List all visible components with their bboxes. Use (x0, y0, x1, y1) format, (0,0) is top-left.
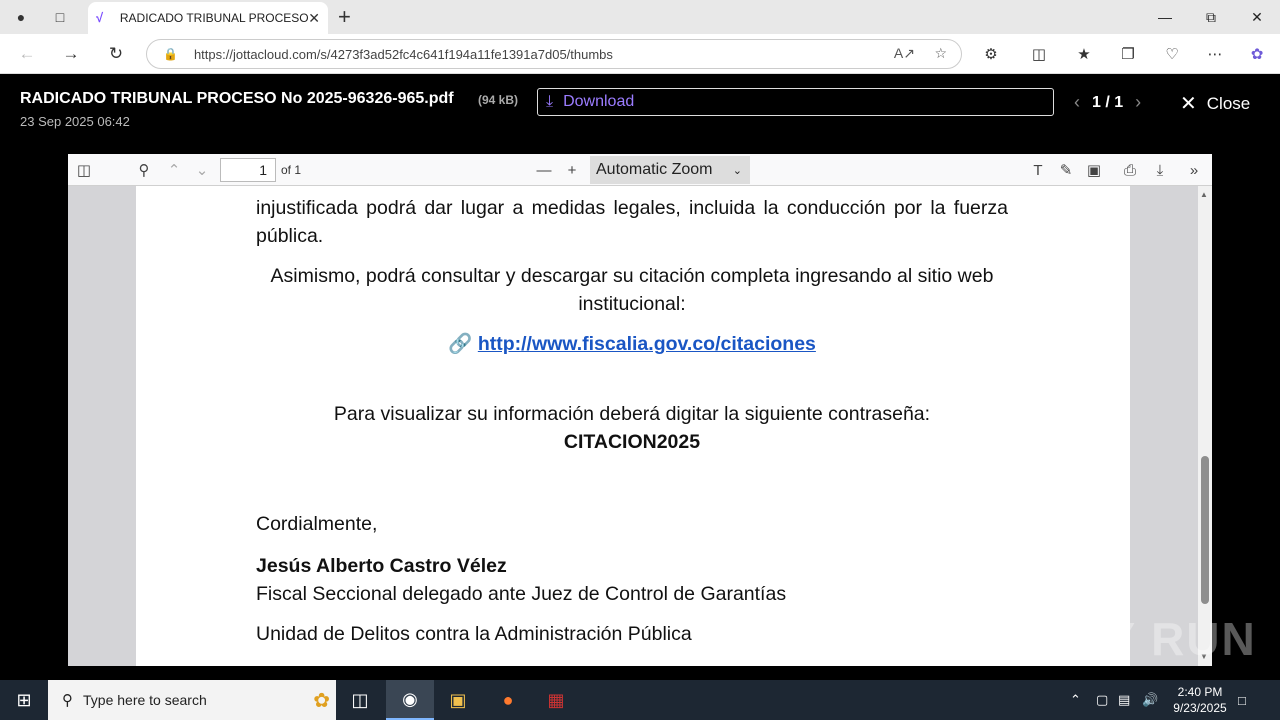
text-tool-icon[interactable]: T (1026, 158, 1050, 182)
forward-button[interactable]: → (58, 42, 84, 66)
password-prompt: Para visualizar su información deberá di… (333, 403, 931, 425)
split-screen-icon[interactable]: ◫ (1026, 42, 1052, 66)
download-label: Download (563, 93, 635, 110)
scroll-up-icon[interactable]: ▲ (1200, 190, 1208, 199)
read-aloud-icon[interactable]: A↗ (894, 45, 915, 62)
save-icon[interactable]: ⤓ (1148, 158, 1172, 182)
lock-icon[interactable]: 🔒 (163, 47, 178, 61)
next-page-icon[interactable]: ⌄ (190, 158, 214, 182)
task-view-icon[interactable]: ◫ (336, 680, 384, 720)
file-name: RADICADO TRIBUNAL PROCESO No 2025-96326-… (20, 90, 454, 107)
signer-name: Jesús Alberto Castro Vélez (256, 555, 507, 577)
pdf-toolbar: ◫ ⚲ ⌃ ⌄ 1 of 1 — + Automatic Zoom ⌄ T ✎ … (68, 154, 1212, 186)
reload-button[interactable]: ↻ (103, 42, 129, 66)
page-counter: 1 / 1 (1092, 93, 1124, 111)
close-label: Close (1206, 93, 1251, 113)
closing-text: Cordialmente, (256, 513, 378, 535)
network-icon[interactable]: ▤ (1118, 680, 1130, 720)
copilot-icon[interactable]: ✿ (1244, 42, 1270, 66)
start-button[interactable]: ⊞ (0, 680, 48, 720)
previous-page-icon[interactable]: ⌃ (162, 158, 186, 182)
zoom-out-icon[interactable]: — (532, 158, 556, 182)
pdf-scrollbar[interactable]: ▲ ▼ (1198, 186, 1212, 666)
browser-essentials-icon[interactable]: ♡ (1159, 42, 1185, 66)
address-bar-row: ← → ↻ 🔒 https://jottacloud.com/s/4273f3a… (0, 34, 1280, 74)
download-button[interactable]: ⤓ Download (537, 88, 1054, 116)
winrar-icon[interactable]: ▦ (532, 680, 580, 720)
find-icon[interactable]: ⚲ (132, 158, 156, 182)
jottacloud-icon: √ (96, 10, 104, 25)
file-explorer-icon[interactable]: ▣ (434, 680, 482, 720)
search-icon: ⚲ (62, 692, 73, 709)
zoom-value: Automatic Zoom (596, 161, 713, 178)
new-tab-button[interactable]: + (338, 4, 351, 30)
signer-unit: Unidad de Delitos contra la Administraci… (256, 623, 692, 645)
sidebar-toggle-icon[interactable]: ◫ (72, 158, 96, 182)
maximize-button[interactable]: ⧉ (1188, 0, 1234, 34)
tab-actions-icon[interactable]: □ (47, 4, 73, 30)
search-highlight-icon: ✿ (313, 689, 330, 712)
back-button[interactable]: ← (14, 42, 40, 66)
volume-icon[interactable]: 🔊 (1142, 680, 1158, 720)
zoom-select[interactable]: Automatic Zoom ⌄ (590, 156, 750, 184)
clock[interactable]: 2:40 PM 9/23/2025 (1160, 684, 1240, 716)
pdf-page: injustificada podrá dar lugar a medidas … (136, 186, 1130, 666)
close-window-button[interactable]: ✕ (1234, 0, 1280, 34)
zoom-in-icon[interactable]: + (560, 158, 584, 182)
print-icon[interactable]: ⎙ (1118, 158, 1142, 182)
minimize-button[interactable]: — (1142, 0, 1188, 34)
extensions-icon[interactable]: ⚙ (978, 42, 1004, 66)
pager: ‹ 1 / 1 › (1074, 92, 1141, 113)
tab-close-icon[interactable]: ✕ (308, 10, 320, 27)
edge-icon[interactable]: ◉ (386, 680, 434, 720)
taskbar-search[interactable]: ⚲ Type here to search ✿ (48, 680, 336, 720)
password-value: CITACION2025 (563, 431, 701, 453)
citation-link[interactable]: http://www.fiscalia.gov.co/citaciones (478, 333, 816, 355)
tab-strip: ● □ √ RADICADO TRIBUNAL PROCESO N ✕ + — … (0, 0, 1280, 34)
tray-chevron-icon[interactable]: ⌃ (1070, 680, 1081, 720)
paragraph-consequence: injustificada podrá dar lugar a medidas … (256, 197, 1008, 247)
clock-date: 9/23/2025 (1173, 701, 1227, 715)
page-number-input[interactable]: 1 (220, 158, 276, 182)
download-icon: ⤓ (546, 93, 554, 110)
clock-time: 2:40 PM (1177, 685, 1223, 699)
paragraph-consult: Asimismo, podrá consultar y descargar su… (270, 265, 994, 315)
more-tools-icon[interactable]: » (1182, 158, 1206, 182)
link-line: 🔗 http://www.fiscalia.gov.co/citaciones (256, 330, 1008, 358)
search-placeholder: Type here to search (83, 692, 207, 708)
url-field[interactable]: 🔒 https://jottacloud.com/s/4273f3ad52fc4… (146, 39, 962, 69)
firefox-icon[interactable]: ● (484, 680, 532, 720)
chevron-down-icon: ⌄ (732, 164, 742, 177)
tab-title: RADICADO TRIBUNAL PROCESO N (119, 11, 309, 25)
active-tab[interactable]: √ RADICADO TRIBUNAL PROCESO N ✕ (88, 2, 328, 34)
signer-title: Fiscal Seccional delegado ante Juez de C… (256, 583, 787, 605)
collections-icon[interactable]: ❐ (1115, 42, 1141, 66)
profile-icon[interactable]: ● (8, 4, 34, 30)
next-file-icon[interactable]: › (1135, 92, 1141, 113)
file-date: 23 Sep 2025 06:42 (20, 114, 130, 129)
draw-tool-icon[interactable]: ✎ (1054, 158, 1078, 182)
file-size: (94 kB) (478, 93, 519, 107)
tray-security-icon[interactable]: ▢ (1096, 680, 1108, 720)
file-viewer: RADICADO TRIBUNAL PROCESO No 2025-96326-… (4, 74, 1276, 676)
favorites-icon[interactable]: ★ (1071, 42, 1097, 66)
close-viewer-button[interactable]: ✕ Close (1180, 91, 1250, 116)
link-icon: 🔗 (448, 333, 473, 355)
url-text: https://jottacloud.com/s/4273f3ad52fc4c6… (193, 46, 613, 62)
prev-file-icon[interactable]: ‹ (1074, 92, 1080, 113)
page-count: of 1 (281, 163, 302, 177)
more-menu-icon[interactable]: ⋯ (1202, 42, 1228, 66)
favorite-star-icon[interactable]: ☆ (934, 45, 947, 62)
image-tool-icon[interactable]: ▣ (1082, 158, 1106, 182)
watermark: ANY RUN (1034, 613, 1257, 665)
scrollbar-thumb[interactable] (1201, 456, 1209, 604)
taskbar: ⊞ ⚲ Type here to search ✿ ◫ ◉ ▣ ● ▦ ⌃ ▢ … (0, 680, 1280, 720)
notifications-icon[interactable]: □ (1238, 680, 1246, 720)
close-icon: ✕ (1180, 93, 1197, 115)
pdf-viewport[interactable]: injustificada podrá dar lugar a medidas … (68, 186, 1212, 666)
